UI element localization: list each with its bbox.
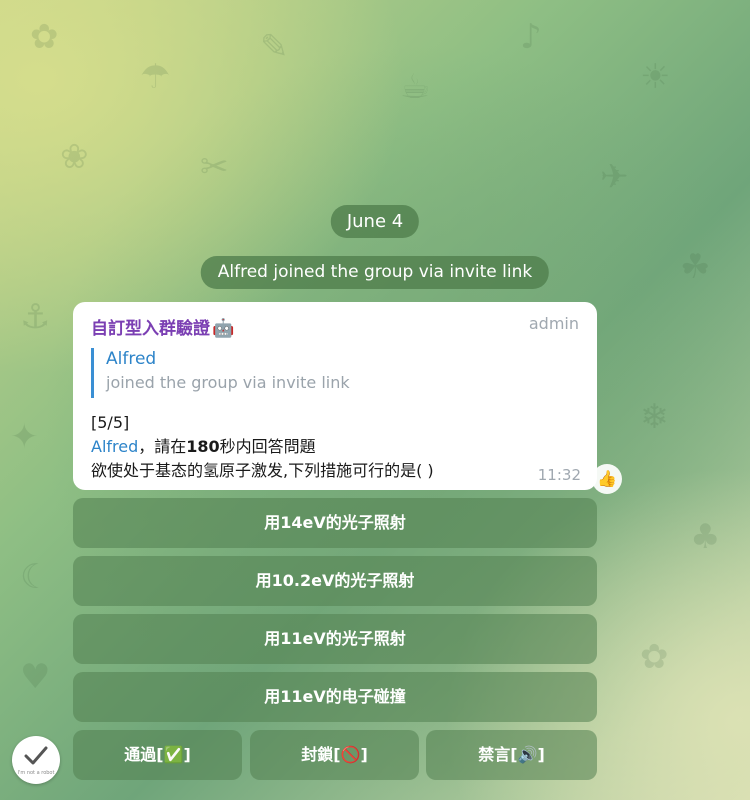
sender-name[interactable]: 自訂型入群驗證 🤖: [91, 314, 234, 339]
prompt-suffix: 秒内回答問題: [219, 437, 316, 456]
message-time: 11:32: [537, 466, 581, 484]
ban-button[interactable]: 封鎖[🚫]: [250, 730, 419, 780]
checkmark-icon: [24, 746, 48, 765]
robot-icon: 🤖: [212, 318, 235, 339]
prompt-line: Alfred，請在180秒内回答問題: [91, 435, 579, 459]
sender-name-text[interactable]: 自訂型入群驗證: [91, 319, 210, 339]
recaptcha-label: I'm not a robot: [17, 770, 55, 776]
doodle-pattern: ☾: [20, 557, 51, 597]
answer-button-4[interactable]: 用11eV的电子碰撞: [73, 672, 597, 722]
admin-badge: admin: [528, 314, 579, 333]
answer-button-1[interactable]: 用14eV的光子照射: [73, 498, 597, 548]
doodle-pattern: ⚓: [20, 297, 51, 337]
doodle-pattern: ✿: [30, 17, 59, 57]
doodle-pattern: ✿: [640, 637, 669, 677]
answer-button-2[interactable]: 用10.2eV的光子照射: [73, 556, 597, 606]
message-header: 自訂型入群驗證 🤖 admin: [91, 312, 579, 339]
recaptcha-badge[interactable]: I'm not a robot: [12, 736, 60, 784]
doodle-pattern: ♪: [520, 17, 542, 57]
doodle-pattern: ☘: [680, 247, 711, 287]
doodle-pattern: ☕: [400, 67, 431, 107]
prompt-seconds: 180: [186, 437, 220, 456]
message-text: [5/5] Alfred，請在180秒内回答問題 欲使处于基态的氢原子激发,下列…: [91, 411, 579, 483]
doodle-pattern: ✂: [200, 147, 229, 187]
user-mention-link[interactable]: Alfred: [91, 437, 138, 456]
doodle-pattern: ❀: [60, 137, 89, 177]
answer-button-3[interactable]: 用11eV的光子照射: [73, 614, 597, 664]
reply-sender: Alfred: [106, 349, 157, 369]
reply-text: joined the group via invite link: [106, 373, 350, 392]
doodle-pattern: ☀: [640, 57, 671, 97]
question-text: 欲使处于基态的氢原子激发,下列措施可行的是( ): [91, 461, 434, 480]
prompt-prefix: ，請在: [138, 437, 187, 456]
reply-preview[interactable]: Alfred joined the group via invite link: [91, 348, 579, 398]
service-message: Alfred joined the group via invite link: [200, 256, 550, 289]
doodle-pattern: ❄: [640, 397, 669, 437]
doodle-pattern: ♥: [20, 657, 51, 697]
doodle-pattern: ✎: [260, 27, 289, 67]
mute-button[interactable]: 禁言[🔊]: [426, 730, 597, 780]
question-counter: [5/5]: [91, 413, 130, 432]
doodle-pattern: ♣: [690, 517, 721, 557]
doodle-pattern: ☂: [140, 57, 171, 97]
approve-button[interactable]: 通過[✅]: [73, 730, 242, 780]
thumbs-up-reaction-icon[interactable]: 👍: [592, 464, 622, 494]
doodle-pattern: ✦: [10, 417, 39, 457]
date-separator: June 4: [330, 205, 420, 238]
message-bubble[interactable]: 自訂型入群驗證 🤖 admin Alfred joined the group v…: [73, 302, 597, 490]
doodle-pattern: ✈: [600, 157, 629, 197]
